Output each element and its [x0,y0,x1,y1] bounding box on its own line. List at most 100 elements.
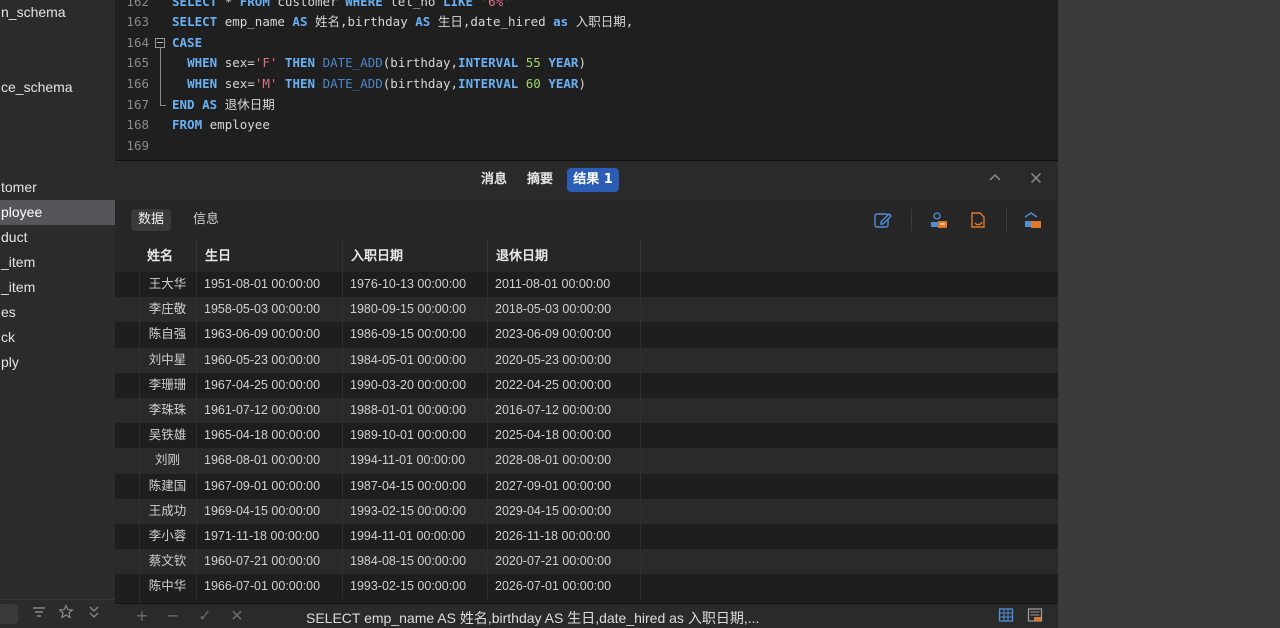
table-row[interactable]: 李珊珊 1967-04-25 00:00:00 1990-03-20 00:00:0… [115,372,1058,398]
table-cell[interactable]: 1993-02-15 00:00:00 [343,498,488,524]
edit-icon[interactable] [872,209,894,231]
table-cell[interactable]: 2028-08-01 00:00:00 [488,448,641,474]
star-icon[interactable] [56,604,76,624]
result-grid[interactable]: 姓名 生日 入职日期 退休日期 王大华 1951-08-01 00:00:00 19… [115,241,1058,603]
collapse-icon[interactable] [84,604,104,624]
code-line[interactable]: 165 WHEN sex='F' THEN DATE_ADD(birthday,… [115,53,1058,74]
table-cell[interactable]: 刘中星 [139,347,197,373]
table-cell[interactable]: 李珠珠 [139,398,197,423]
chevron-up-icon[interactable] [985,170,1005,190]
tab-result-1[interactable]: 结果 1 [567,168,619,192]
table-row[interactable]: 李小蓉 1971-11-18 00:00:00 1994-11-01 00:00:0… [115,524,1058,549]
tab-summary[interactable]: 摘要 [520,168,560,192]
sidebar-item[interactable]: n_schema [0,0,115,25]
tab-data[interactable]: 数据 [131,209,172,231]
table-cell[interactable]: 1994-11-01 00:00:00 [343,448,488,474]
table-cell[interactable]: 1988-01-01 00:00:00 [343,398,488,423]
table-row[interactable]: 王成功 1969-04-15 00:00:00 1993-02-15 00:00:0… [115,498,1058,524]
code-line[interactable]: 167 END AS 退休日期 [115,95,1058,116]
table-cell[interactable]: 刘刚 [139,448,197,474]
table-cell[interactable]: 1967-04-25 00:00:00 [197,372,343,398]
column-header-birthday[interactable]: 生日 [197,241,343,272]
table-cell[interactable]: 陈自强 [139,322,197,348]
table-cell[interactable]: 1965-04-18 00:00:00 [197,423,343,449]
table-cell[interactable]: 2022-04-25 00:00:00 [488,372,641,398]
table-cell[interactable]: 1994-11-01 00:00:00 [343,524,488,549]
table-row[interactable]: 李珠珠 1961-07-12 00:00:00 1988-01-01 00:00:0… [115,398,1058,424]
table-cell[interactable]: 2025-04-18 00:00:00 [488,423,641,449]
column-header-hire-date[interactable]: 入职日期 [343,241,488,272]
sql-editor[interactable]: 162 SELECT * FROM customer WHERE tel_no L… [115,0,1058,160]
table-cell[interactable]: 王大华 [139,272,197,297]
check-icon[interactable]: ✓ [196,607,214,625]
sidebar-item[interactable]: ce_schema [0,75,115,100]
table-cell[interactable]: 1986-09-15 00:00:00 [343,322,488,348]
table-cell[interactable]: 2023-06-09 00:00:00 [488,322,641,348]
table-cell[interactable]: 1958-05-03 00:00:00 [197,297,343,323]
table-cell[interactable]: 1993-02-15 00:00:00 [343,574,488,600]
fold-toggle-icon[interactable] [155,37,165,48]
code-line[interactable]: 162 SELECT * FROM customer WHERE tel_no L… [115,0,1058,12]
table-cell[interactable]: 1966-07-01 00:00:00 [197,574,343,600]
table-cell[interactable]: 李小蓉 [139,524,197,549]
table-cell[interactable]: 陈建国 [139,473,197,499]
table-cell[interactable]: 2026-11-18 00:00:00 [488,524,641,549]
grid-view-icon[interactable] [997,607,1015,625]
table-cell[interactable]: 李庄敬 [139,297,197,323]
cancel-icon[interactable]: ✕ [228,607,246,625]
table-row[interactable]: 陈中华 1966-07-01 00:00:00 1993-02-15 00:00:0… [115,574,1058,600]
column-header-name[interactable]: 姓名 [139,241,197,272]
table-row[interactable]: 陈建国 1967-09-01 00:00:00 1987-04-15 00:00:0… [115,473,1058,499]
table-cell[interactable]: 2011-08-01 00:00:00 [488,272,641,297]
table-cell[interactable]: 2016-07-12 00:00:00 [488,398,641,423]
table-row[interactable]: 刘中星 1960-05-23 00:00:00 1984-05-01 00:00:0… [115,347,1058,373]
table-cell[interactable]: 1984-08-15 00:00:00 [343,549,488,575]
sidebar-item[interactable]: ployee [0,200,115,225]
sidebar-item[interactable]: _item [0,250,115,275]
table-row[interactable]: 李庄敬 1958-05-03 00:00:00 1980-09-15 00:00:0… [115,297,1058,323]
import-icon[interactable] [1021,209,1043,231]
table-cell[interactable]: 1960-07-21 00:00:00 [197,549,343,575]
table-cell[interactable]: 2020-07-21 00:00:00 [488,549,641,575]
table-row[interactable]: 蔡文钦 1960-07-21 00:00:00 1984-08-15 00:00:0… [115,549,1058,575]
export-icon[interactable] [927,209,949,231]
table-row[interactable]: 王大华 1951-08-01 00:00:00 1976-10-13 00:00:0… [115,272,1058,297]
table-cell[interactable]: 2029-04-15 00:00:00 [488,498,641,524]
table-cell[interactable]: 1969-04-15 00:00:00 [197,498,343,524]
table-cell[interactable]: 1951-08-01 00:00:00 [197,272,343,297]
table-cell[interactable]: 1990-03-20 00:00:00 [343,372,488,398]
table-cell[interactable]: 1989-10-01 00:00:00 [343,423,488,449]
table-cell[interactable]: 2020-05-23 00:00:00 [488,347,641,373]
table-cell[interactable]: 1968-08-01 00:00:00 [197,448,343,474]
code-line[interactable]: 164 CASE [115,33,1058,54]
tab-info[interactable]: 信息 [186,209,226,231]
table-cell[interactable]: 吴铁雄 [139,423,197,449]
table-cell[interactable]: 2026-07-01 00:00:00 [488,574,641,600]
table-cell[interactable]: 1963-06-09 00:00:00 [197,322,343,348]
code-line[interactable]: 166 WHEN sex='M' THEN DATE_ADD(birthday,… [115,74,1058,95]
table-cell[interactable]: 1987-04-15 00:00:00 [343,473,488,499]
sidebar-item[interactable]: duct [0,225,115,250]
table-cell[interactable]: 陈中华 [139,574,197,600]
table-cell[interactable]: 1971-11-18 00:00:00 [197,524,343,549]
remove-icon[interactable]: − [164,607,182,625]
close-icon[interactable] [1026,170,1046,190]
filter-icon[interactable] [29,604,49,624]
table-cell[interactable]: 1980-09-15 00:00:00 [343,297,488,323]
table-cell[interactable]: 2018-05-03 00:00:00 [488,297,641,323]
table-cell[interactable]: 1984-05-01 00:00:00 [343,347,488,373]
table-cell[interactable]: 1961-07-12 00:00:00 [197,398,343,423]
table-cell[interactable]: 李珊珊 [139,372,197,398]
table-row[interactable]: 陈自强 1963-06-09 00:00:00 1986-09-15 00:00:0… [115,322,1058,348]
code-line[interactable]: 168 FROM employee [115,115,1058,136]
code-line[interactable]: 163 SELECT emp_name AS 姓名,birthday AS 生日,… [115,12,1058,33]
table-cell[interactable]: 1976-10-13 00:00:00 [343,272,488,297]
code-line[interactable]: 169 [115,136,1058,157]
column-header-retire-date[interactable]: 退休日期 [488,241,641,272]
table-cell[interactable]: 1960-05-23 00:00:00 [197,347,343,373]
sidebar-item[interactable]: _item [0,275,115,300]
add-icon[interactable]: + [133,607,151,625]
sidebar-search-field[interactable] [0,604,18,624]
sidebar-item[interactable]: ply [0,350,115,375]
table-row[interactable]: 刘刚 1968-08-01 00:00:00 1994-11-01 00:00:00… [115,448,1058,474]
